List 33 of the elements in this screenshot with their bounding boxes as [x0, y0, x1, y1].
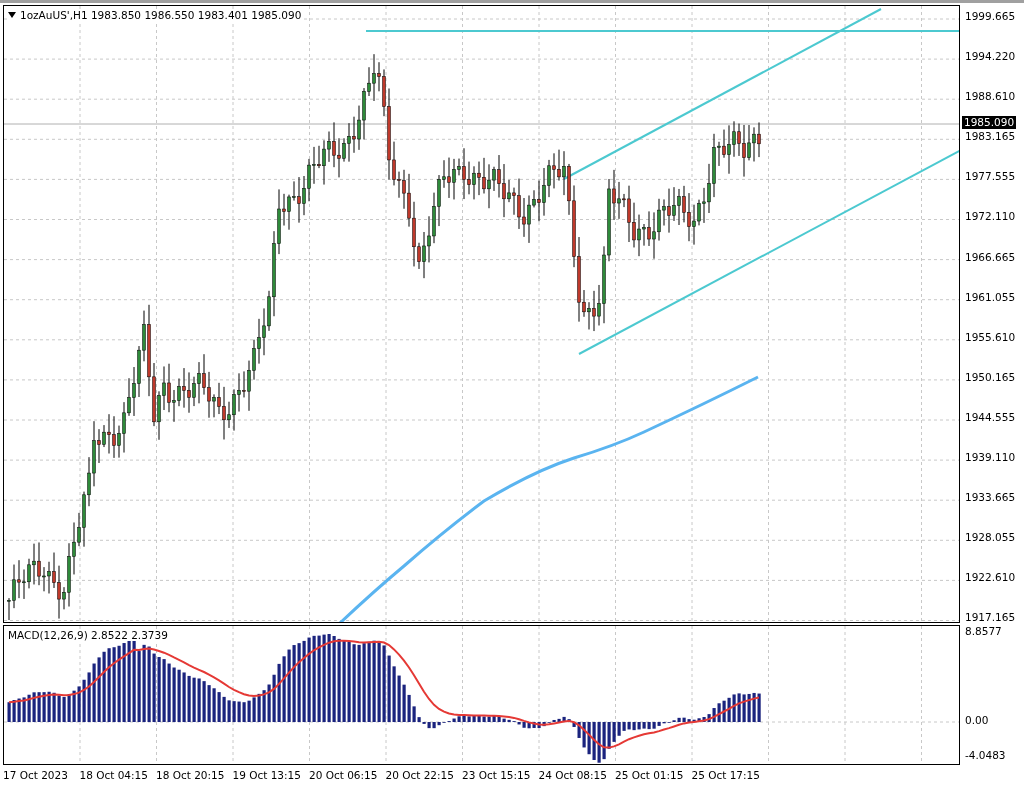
time-tick-label: 25 Oct 01:15: [615, 769, 685, 781]
price-tick-label: 1955.610: [964, 329, 1016, 344]
price-tick-label: 1961.055: [964, 289, 1016, 304]
macd-tick-label: 8.8577: [965, 625, 1002, 637]
time-tick-label: 25 Oct 17:15: [691, 769, 761, 781]
time-tick-label: 23 Oct 15:15: [462, 769, 532, 781]
price-tick-label: 1933.665: [964, 490, 1016, 505]
price-tick-label: 1994.220: [964, 49, 1016, 64]
symbol-ohlc-text: 1ozAuUS',H1 1983.850 1986.550 1983.401 1985.090: [20, 9, 302, 21]
macd-legend-text: MACD(12,26,9) 2.8522 2.3739: [8, 629, 168, 641]
price-tick-label: 1928.055: [964, 530, 1016, 545]
time-tick-label: 18 Oct 04:15: [79, 769, 149, 781]
price-tick-label: 1972.110: [964, 209, 1016, 224]
current-price-label: 1985.090: [962, 116, 1017, 129]
price-tick-label: 1922.610: [964, 570, 1016, 585]
price-tick-label: 1966.665: [964, 249, 1016, 264]
macd-tick-label: -4.0483: [965, 749, 1006, 761]
dropdown-triangle-icon[interactable]: [8, 12, 16, 18]
time-tick-label: 18 Oct 20:15: [156, 769, 226, 781]
price-tick-label: 1950.165: [964, 369, 1016, 384]
time-tick-label: 17 Oct 2023: [3, 769, 69, 781]
price-tick-label: 1917.165: [964, 610, 1016, 625]
time-tick-label: 24 Oct 08:15: [538, 769, 608, 781]
price-tick-label: 1983.165: [964, 129, 1016, 144]
time-tick-label: 19 Oct 13:15: [232, 769, 302, 781]
macd-tick-label: 0.00: [965, 714, 989, 726]
price-tick-label: 1988.610: [964, 89, 1016, 104]
price-tick-label: 1999.665: [964, 9, 1016, 23]
price-tick-label: 1944.555: [964, 409, 1016, 424]
price-tick-label: 1939.110: [964, 450, 1016, 465]
price-tick-label: 1977.555: [964, 169, 1016, 184]
time-tick-label: 20 Oct 06:15: [309, 769, 379, 781]
time-tick-label: 20 Oct 22:15: [385, 769, 455, 781]
